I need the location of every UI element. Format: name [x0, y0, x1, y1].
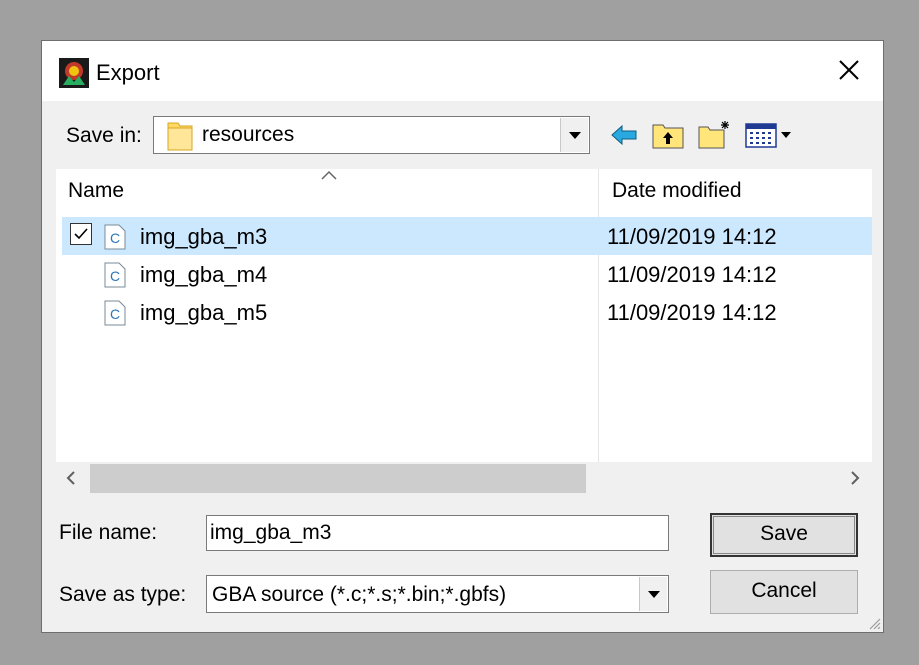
- close-icon[interactable]: [827, 53, 871, 89]
- file-name-input[interactable]: img_gba_m3: [206, 515, 669, 551]
- file-row-img-gba-m3[interactable]: C img_gba_m3 11/09/2019 14:12: [62, 217, 872, 255]
- view-menu-icon[interactable]: [745, 121, 797, 149]
- c-source-file-icon: C: [104, 262, 126, 288]
- file-name-label: File name:: [59, 521, 158, 544]
- file-date: 11/09/2019 14:12: [607, 224, 777, 249]
- c-source-file-icon: C: [104, 224, 126, 250]
- file-date: 11/09/2019 14:12: [607, 262, 777, 287]
- file-name: img_gba_m5: [140, 300, 268, 325]
- column-header-name[interactable]: Name: [68, 179, 124, 203]
- svg-text:C: C: [110, 230, 120, 246]
- svg-text:C: C: [110, 268, 120, 284]
- save-in-dropdown-arrow[interactable]: [560, 118, 588, 152]
- save-as-type-label: Save as type:: [59, 583, 187, 606]
- save-button[interactable]: Save: [710, 513, 858, 557]
- export-dialog: Export Save in: resources Name Date modi…: [41, 40, 884, 633]
- file-name: img_gba_m3: [140, 224, 268, 249]
- scrollbar-thumb[interactable]: [90, 464, 586, 493]
- up-folder-icon[interactable]: [652, 121, 684, 149]
- dialog-title: Export: [96, 60, 160, 85]
- scroll-left-icon[interactable]: [66, 470, 76, 486]
- sort-ascending-icon: [321, 170, 337, 180]
- current-folder-text: resources: [202, 123, 295, 146]
- file-row-img-gba-m5[interactable]: C img_gba_m5 11/09/2019 14:12: [62, 293, 872, 331]
- save-in-dropdown[interactable]: resources: [153, 116, 590, 154]
- title-bar: Export: [42, 41, 883, 101]
- horizontal-scrollbar[interactable]: [56, 462, 872, 495]
- app-icon: [59, 58, 89, 88]
- cancel-button[interactable]: Cancel: [710, 570, 858, 614]
- folder-icon: [167, 122, 193, 151]
- new-folder-icon[interactable]: [698, 119, 732, 149]
- file-name-input-value: img_gba_m3: [210, 521, 332, 544]
- save-as-type-dropdown-arrow[interactable]: [639, 577, 667, 611]
- save-in-label: Save in:: [66, 124, 142, 147]
- file-row-img-gba-m4[interactable]: C img_gba_m4 11/09/2019 14:12: [62, 255, 872, 293]
- column-header-date-modified[interactable]: Date modified: [612, 179, 742, 203]
- save-as-type-dropdown[interactable]: GBA source (*.c;*.s;*.bin;*.gbfs): [206, 575, 669, 613]
- row-checkbox[interactable]: [70, 223, 92, 245]
- file-name: img_gba_m4: [140, 262, 268, 287]
- scroll-right-icon[interactable]: [850, 470, 860, 486]
- file-list[interactable]: Name Date modified C img_gba_m3 11/09/20…: [56, 169, 872, 495]
- resize-grip-icon[interactable]: [867, 616, 881, 630]
- svg-text:C: C: [110, 306, 120, 322]
- back-arrow-icon[interactable]: [610, 123, 638, 147]
- c-source-file-icon: C: [104, 300, 126, 326]
- check-icon: [74, 228, 88, 240]
- save-as-type-value: GBA source (*.c;*.s;*.bin;*.gbfs): [212, 583, 507, 606]
- file-date: 11/09/2019 14:12: [607, 300, 777, 325]
